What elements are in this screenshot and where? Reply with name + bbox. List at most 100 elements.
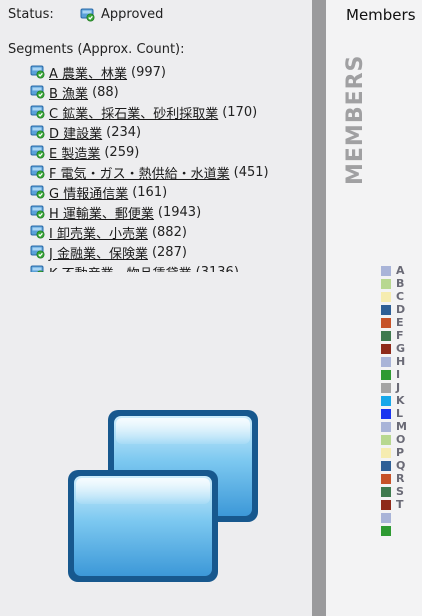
segment-count: (451) bbox=[233, 164, 269, 180]
segment-link[interactable]: G 情報通信業 bbox=[49, 183, 128, 202]
segment-details-pane: Status: Approved Segments (Approx. Count… bbox=[0, 0, 312, 616]
legend-letter: I bbox=[396, 368, 401, 381]
legend-item[interactable]: A bbox=[381, 264, 407, 277]
segment-link[interactable]: J 金融業、保険業 bbox=[49, 243, 148, 262]
members-legend: ABCDEFGHIJKLMOPQRST bbox=[381, 264, 407, 537]
segment-link[interactable]: F 電気・ガス・熱供給・水道業 bbox=[49, 163, 230, 182]
segments-large-icon bbox=[68, 410, 258, 582]
segment-item: A 農業、林業 (997) bbox=[30, 62, 310, 82]
segment-link[interactable]: I 卸売業、小売業 bbox=[49, 223, 148, 242]
legend-letter: C bbox=[396, 290, 405, 303]
segments-title: Segments (Approx. Count): bbox=[8, 42, 185, 57]
legend-swatch bbox=[381, 408, 391, 419]
segment-check-icon bbox=[30, 165, 45, 179]
status-label: Status: bbox=[8, 7, 54, 22]
legend-item[interactable]: J bbox=[381, 381, 407, 394]
legend-swatch bbox=[381, 499, 391, 510]
segment-count: (259) bbox=[104, 144, 140, 160]
legend-item[interactable]: G bbox=[381, 342, 407, 355]
segment-count: (1943) bbox=[157, 204, 202, 220]
legend-letter: L bbox=[396, 407, 404, 420]
legend-item[interactable]: B bbox=[381, 277, 407, 290]
segment-count: (161) bbox=[132, 184, 168, 200]
legend-swatch bbox=[381, 421, 391, 432]
legend-item[interactable]: F bbox=[381, 329, 407, 342]
segment-link[interactable]: E 製造業 bbox=[49, 143, 100, 162]
segment-count: (88) bbox=[92, 84, 119, 100]
members-vertical-label: MEMBERS bbox=[343, 54, 368, 185]
segment-item: G 情報通信業 (161) bbox=[30, 182, 310, 202]
legend-swatch bbox=[381, 278, 391, 289]
pane-divider[interactable] bbox=[312, 0, 326, 616]
legend-letter: D bbox=[396, 303, 406, 316]
legend-swatch bbox=[381, 304, 391, 315]
segment-check-icon bbox=[30, 205, 45, 219]
segment-check-icon bbox=[30, 65, 45, 79]
segment-list: A 農業、林業 (997) B 漁業 (88) C 鉱業、採石業、砂利採取業 (170) D… bbox=[30, 62, 310, 272]
status-row: Status: Approved bbox=[8, 7, 163, 22]
legend-swatch bbox=[381, 434, 391, 445]
legend-letter: M bbox=[396, 420, 407, 433]
legend-item[interactable]: M bbox=[381, 420, 407, 433]
segment-check-icon bbox=[30, 225, 45, 239]
legend-swatch bbox=[381, 512, 391, 523]
legend-letter: T bbox=[396, 498, 404, 511]
legend-swatch bbox=[381, 447, 391, 458]
legend-item[interactable]: E bbox=[381, 316, 407, 329]
legend-swatch bbox=[381, 330, 391, 341]
segment-item: J 金融業、保険業 (287) bbox=[30, 242, 310, 262]
approved-icon bbox=[80, 8, 95, 21]
segment-link[interactable]: D 建設業 bbox=[49, 123, 102, 142]
segment-link[interactable]: C 鉱業、採石業、砂利採取業 bbox=[49, 103, 218, 122]
legend-swatch bbox=[381, 486, 391, 497]
legend-item[interactable]: H bbox=[381, 355, 407, 368]
legend-item[interactable]: K bbox=[381, 394, 407, 407]
legend-letter: R bbox=[396, 472, 405, 485]
legend-swatch bbox=[381, 525, 391, 536]
segment-link[interactable]: K 不動産業、物品賃貸業 bbox=[49, 263, 192, 273]
legend-letter: K bbox=[396, 394, 405, 407]
legend-letter: A bbox=[396, 264, 405, 277]
legend-item[interactable]: P bbox=[381, 446, 407, 459]
legend-letter: O bbox=[396, 433, 406, 446]
segment-count: (3136) bbox=[195, 264, 239, 273]
segment-item: H 運輸業、郵便業 (1943) bbox=[30, 202, 310, 222]
segment-link[interactable]: H 運輸業、郵便業 bbox=[49, 203, 154, 222]
legend-item[interactable]: C bbox=[381, 290, 407, 303]
segment-count: (170) bbox=[222, 104, 258, 120]
legend-swatch bbox=[381, 265, 391, 276]
members-header: Members bbox=[346, 6, 416, 24]
segment-link[interactable]: B 漁業 bbox=[49, 83, 88, 102]
legend-letter: H bbox=[396, 355, 406, 368]
segment-check-icon bbox=[30, 245, 45, 259]
legend-item[interactable]: S bbox=[381, 485, 407, 498]
legend-letter: S bbox=[396, 485, 404, 498]
segment-item: B 漁業 (88) bbox=[30, 82, 310, 102]
segment-item: D 建設業 (234) bbox=[30, 122, 310, 142]
segment-item: C 鉱業、採石業、砂利採取業 (170) bbox=[30, 102, 310, 122]
legend-swatch bbox=[381, 343, 391, 354]
legend-swatch bbox=[381, 291, 391, 302]
legend-item[interactable]: L bbox=[381, 407, 407, 420]
legend-swatch bbox=[381, 356, 391, 367]
segment-check-icon bbox=[30, 105, 45, 119]
legend-item[interactable] bbox=[381, 511, 407, 524]
segment-count: (997) bbox=[131, 64, 166, 80]
segment-item: E 製造業 (259) bbox=[30, 142, 310, 162]
legend-swatch bbox=[381, 460, 391, 471]
segment-count: (234) bbox=[106, 124, 142, 140]
legend-item[interactable]: Q bbox=[381, 459, 407, 472]
legend-item[interactable]: D bbox=[381, 303, 407, 316]
legend-swatch bbox=[381, 473, 391, 484]
segment-count: (882) bbox=[151, 224, 187, 240]
segment-link[interactable]: A 農業、林業 bbox=[49, 63, 127, 82]
segment-item: I 卸売業、小売業 (882) bbox=[30, 222, 310, 242]
legend-item[interactable]: I bbox=[381, 368, 407, 381]
legend-item[interactable] bbox=[381, 524, 407, 537]
status-value: Approved bbox=[101, 7, 164, 22]
legend-letter: J bbox=[396, 381, 401, 394]
legend-item[interactable]: T bbox=[381, 498, 407, 511]
segment-count: (287) bbox=[151, 244, 187, 260]
legend-item[interactable]: R bbox=[381, 472, 407, 485]
legend-item[interactable]: O bbox=[381, 433, 407, 446]
